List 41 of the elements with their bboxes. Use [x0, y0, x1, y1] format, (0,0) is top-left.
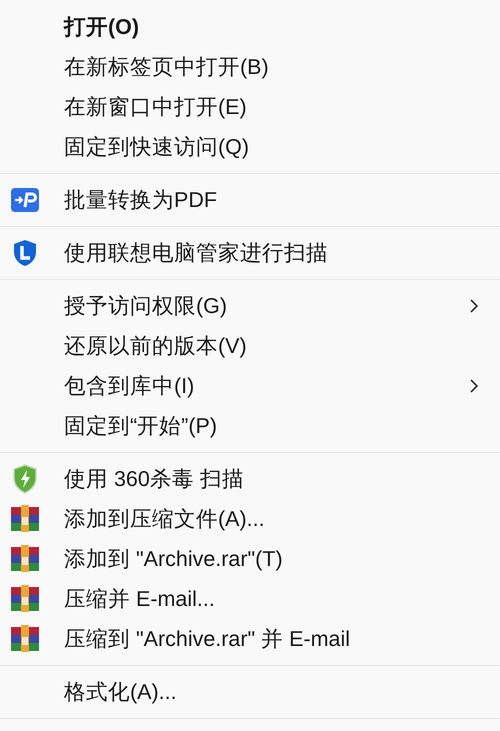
menu-item-label: 固定到快速访问(Q)	[64, 134, 250, 161]
menu-item[interactable]: 格式化(A)...	[0, 672, 500, 712]
menu-item[interactable]: 添加到压缩文件(A)...	[0, 499, 500, 539]
menu-item-label: 压缩到 "Archive.rar" 并 E-mail	[64, 626, 350, 653]
menu-item[interactable]: 固定到快速访问(Q)	[0, 127, 500, 167]
menu-item[interactable]: 授予访问权限(G)	[0, 286, 500, 326]
menu-item-label: 使用 360杀毒 扫描	[64, 466, 244, 493]
books-icon	[10, 545, 40, 573]
chevron-right-icon	[470, 379, 478, 393]
menu-item-label: 包含到库中(I)	[64, 372, 194, 400]
pdf-convert-icon	[10, 187, 40, 213]
books-icon	[10, 625, 40, 653]
menu-item-label: 在新标签页中打开(B)	[64, 54, 269, 81]
menu-item[interactable]: 批量转换为PDF	[0, 180, 500, 220]
menu-item-label: 添加到 "Archive.rar"(T)	[64, 546, 283, 573]
menu-item-label: 授予访问权限(G)	[64, 292, 228, 320]
books-icon	[10, 585, 40, 613]
menu-item-label: 批量转换为PDF	[64, 186, 217, 214]
menu-item[interactable]: 还原以前的版本(V)	[0, 326, 500, 366]
menu-item-label: 打开(O)	[64, 14, 140, 41]
menu-item-label: 固定到“开始”(P)	[64, 412, 217, 440]
menu-item[interactable]: 压缩到 "Archive.rar" 并 E-mail	[0, 619, 500, 659]
menu-item[interactable]: 添加到 "Archive.rar"(T)	[0, 539, 500, 579]
menu-item-label: 使用联想电脑管家进行扫描	[64, 240, 328, 267]
menu-item-label: 压缩并 E-mail...	[64, 586, 215, 613]
menu-item[interactable]: 压缩并 E-mail...	[0, 579, 500, 619]
menu-item-label: 在新窗口中打开(E)	[64, 94, 247, 121]
menu-item[interactable]: 打开(O)	[0, 7, 500, 47]
shield-icon	[12, 239, 38, 267]
menu-item-label: 还原以前的版本(V)	[64, 332, 247, 360]
menu-item[interactable]: 使用 360杀毒 扫描	[0, 459, 500, 499]
books-icon	[10, 505, 40, 533]
menu-item-label: 格式化(A)...	[64, 678, 177, 706]
menu-item[interactable]: 使用联想电脑管家进行扫描	[0, 233, 500, 273]
menu-item[interactable]: 包含到库中(I)	[0, 366, 500, 406]
shield-icon	[12, 464, 38, 494]
menu-item[interactable]: 在新标签页中打开(B)	[0, 47, 500, 87]
chevron-right-icon	[470, 299, 478, 313]
menu-item[interactable]: 在新窗口中打开(E)	[0, 87, 500, 127]
menu-item-label: 添加到压缩文件(A)...	[64, 506, 265, 533]
menu-item[interactable]: 固定到“开始”(P)	[0, 406, 500, 446]
